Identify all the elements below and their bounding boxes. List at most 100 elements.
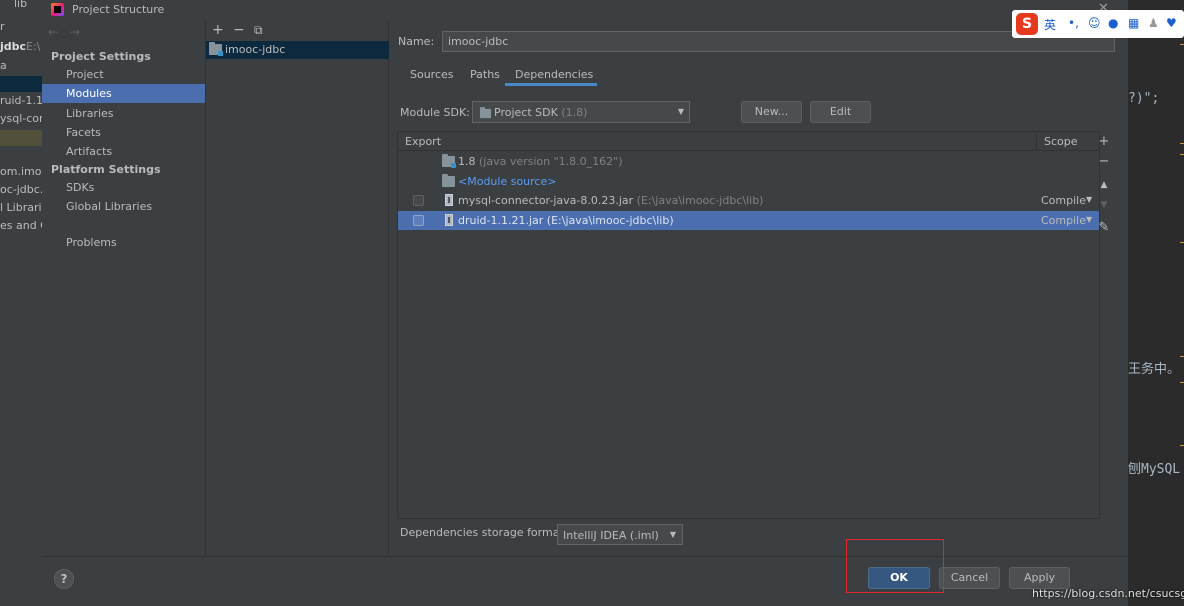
- module-sdk-select[interactable]: Project SDK (1.8) ▼: [472, 101, 690, 123]
- remove-module-icon[interactable]: −: [233, 22, 245, 38]
- storage-format-label: Dependencies storage format:: [400, 526, 568, 539]
- help-button[interactable]: ?: [54, 569, 74, 589]
- emoji-icon[interactable]: ☺: [1088, 16, 1101, 30]
- table-row-selected[interactable]: druid-1.1.21.jar (E:\java\imooc-jdbc\lib…: [398, 211, 1099, 230]
- table-header: Export Scope: [398, 132, 1099, 151]
- table-row[interactable]: <Module source>: [398, 172, 1099, 191]
- tab-sources[interactable]: Sources: [410, 68, 454, 81]
- back-arrow-icon[interactable]: ←: [48, 25, 58, 39]
- storage-format-select[interactable]: IntelliJ IDEA (.iml) ▼: [557, 524, 683, 545]
- scope-select[interactable]: Compile: [1041, 214, 1086, 227]
- sidebar-item-libraries[interactable]: Libraries: [42, 104, 205, 123]
- apply-button[interactable]: Apply: [1009, 567, 1070, 589]
- table-row[interactable]: 1.8 (java version "1.8.0_162"): [398, 152, 1099, 171]
- module-item-imooc-jdbc[interactable]: imooc-jdbc: [206, 41, 389, 59]
- ime-toolbar: S 英 •, ☺ ● ▦ ♟ ♥: [1012, 10, 1184, 38]
- sogou-logo-icon[interactable]: S: [1016, 13, 1038, 35]
- module-folder-icon: [209, 42, 223, 56]
- bg-marker: [1180, 382, 1184, 383]
- bg-text: es and C: [0, 219, 42, 232]
- module-source-folder-icon: [442, 174, 455, 187]
- column-divider: [1036, 132, 1037, 151]
- storage-format-value: IntelliJ IDEA (.iml): [563, 529, 659, 542]
- tab-paths[interactable]: Paths: [470, 68, 500, 81]
- edit-dependency-icon[interactable]: ✎: [1098, 220, 1110, 235]
- bg-text: ruid-1.1.: [0, 94, 42, 107]
- sidebar-item-project[interactable]: Project: [42, 65, 205, 84]
- export-checkbox[interactable]: [413, 215, 424, 226]
- bg-marker: [1180, 356, 1184, 357]
- ime-language-toggle[interactable]: 英: [1044, 16, 1056, 33]
- add-module-icon[interactable]: +: [212, 22, 224, 38]
- jar-icon: [445, 214, 453, 226]
- move-up-icon[interactable]: ▲: [1098, 180, 1110, 190]
- chevron-down-icon: ▼: [1086, 215, 1093, 224]
- scope-select[interactable]: Compile: [1041, 194, 1086, 207]
- chevron-down-icon: ▼: [677, 107, 684, 116]
- title-bar: Project Structure ✕: [42, 0, 1128, 20]
- bg-code: 刨MySQL: [1128, 462, 1181, 477]
- bg-text: ysql-cor: [0, 112, 42, 125]
- module-sdk-label: Module SDK:: [400, 106, 470, 119]
- sidebar-item-sdks[interactable]: SDKs: [42, 178, 205, 197]
- bg-text: lib: [14, 0, 28, 10]
- chevron-down-icon: ▼: [1086, 195, 1093, 204]
- remove-dependency-icon[interactable]: −: [1098, 154, 1110, 169]
- chevron-down-icon: ▼: [669, 530, 676, 539]
- dependency-name: <Module source>: [458, 175, 557, 188]
- sdk-value: Project SDK (1.8): [494, 106, 588, 119]
- move-down-icon[interactable]: ▼: [1098, 200, 1110, 210]
- background-statusbar: [42, 598, 1128, 606]
- sidebar-item-modules[interactable]: Modules: [42, 84, 205, 103]
- tab-dependencies-label: Dependencies: [515, 68, 594, 81]
- bg-highlight: [0, 130, 42, 146]
- sidebar-item-artifacts[interactable]: Artifacts: [42, 142, 205, 161]
- settings-sidebar: ← → Project Settings Project Modules Lib…: [42, 20, 205, 556]
- module-settings-panel: Name: Sources Paths Dependencies Module …: [390, 20, 1128, 556]
- punctuation-icon[interactable]: •,: [1068, 16, 1079, 30]
- dependencies-table: Export Scope 1.8 (java version "1.8.0_16…: [397, 131, 1100, 519]
- keyboard-icon[interactable]: ▦: [1128, 16, 1139, 30]
- bg-marker: [1180, 44, 1184, 45]
- bg-text: oc-jdbc.i: [0, 183, 42, 196]
- tab-dependencies[interactable]: Dependencies: [505, 62, 597, 86]
- dialog-button-bar: ? OK Cancel Apply: [42, 556, 1128, 598]
- dependency-name: mysql-connector-java-8.0.23.jar (E:\java…: [458, 194, 764, 207]
- add-dependency-icon[interactable]: +: [1098, 134, 1110, 149]
- voice-icon[interactable]: ●: [1108, 16, 1118, 30]
- copy-module-icon[interactable]: ⧉: [254, 23, 263, 38]
- export-checkbox[interactable]: [413, 195, 424, 206]
- skin-icon[interactable]: ♥: [1166, 16, 1177, 30]
- sdk-folder-icon: [442, 154, 456, 168]
- bg-marker: [1180, 154, 1184, 155]
- new-sdk-button[interactable]: New...: [741, 101, 802, 123]
- edit-sdk-button[interactable]: Edit: [810, 101, 871, 123]
- sidebar-item-global-libraries[interactable]: Global Libraries: [42, 197, 205, 216]
- forward-arrow-icon[interactable]: →: [70, 25, 80, 39]
- bg-text: a: [0, 59, 7, 72]
- sidebar-item-problems[interactable]: Problems: [42, 233, 205, 252]
- project-settings-heading: Project Settings: [51, 50, 151, 63]
- platform-settings-heading: Platform Settings: [51, 163, 161, 176]
- project-structure-dialog: Project Structure ✕ ← → Project Settings…: [42, 0, 1128, 598]
- bg-text: jdbc: [0, 40, 27, 53]
- bg-code: 王务中。: [1128, 362, 1181, 377]
- column-export: Export: [405, 135, 442, 148]
- bg-text: r: [0, 20, 5, 33]
- user-icon[interactable]: ♟: [1148, 16, 1159, 30]
- watermark-url: https://blog.csdn.net/csucsgoat: [1032, 587, 1184, 600]
- intellij-logo-icon: [51, 3, 64, 16]
- column-scope: Scope: [1044, 135, 1078, 148]
- bg-text: l Librarie: [0, 201, 42, 214]
- table-row[interactable]: mysql-connector-java-8.0.23.jar (E:\java…: [398, 191, 1099, 210]
- bg-marker: [1180, 143, 1184, 144]
- dialog-title: Project Structure: [72, 3, 165, 16]
- ok-highlight-annotation: [846, 539, 944, 593]
- dependency-name: 1.8 (java version "1.8.0_162"): [458, 155, 623, 168]
- bg-text: om.imoc: [0, 165, 42, 178]
- sidebar-item-facets[interactable]: Facets: [42, 123, 205, 142]
- dependency-name: druid-1.1.21.jar (E:\java\imooc-jdbc\lib…: [458, 214, 674, 227]
- sdk-folder-icon: [479, 107, 492, 119]
- bg-text: E:\: [26, 40, 41, 53]
- cancel-button[interactable]: Cancel: [939, 567, 1000, 589]
